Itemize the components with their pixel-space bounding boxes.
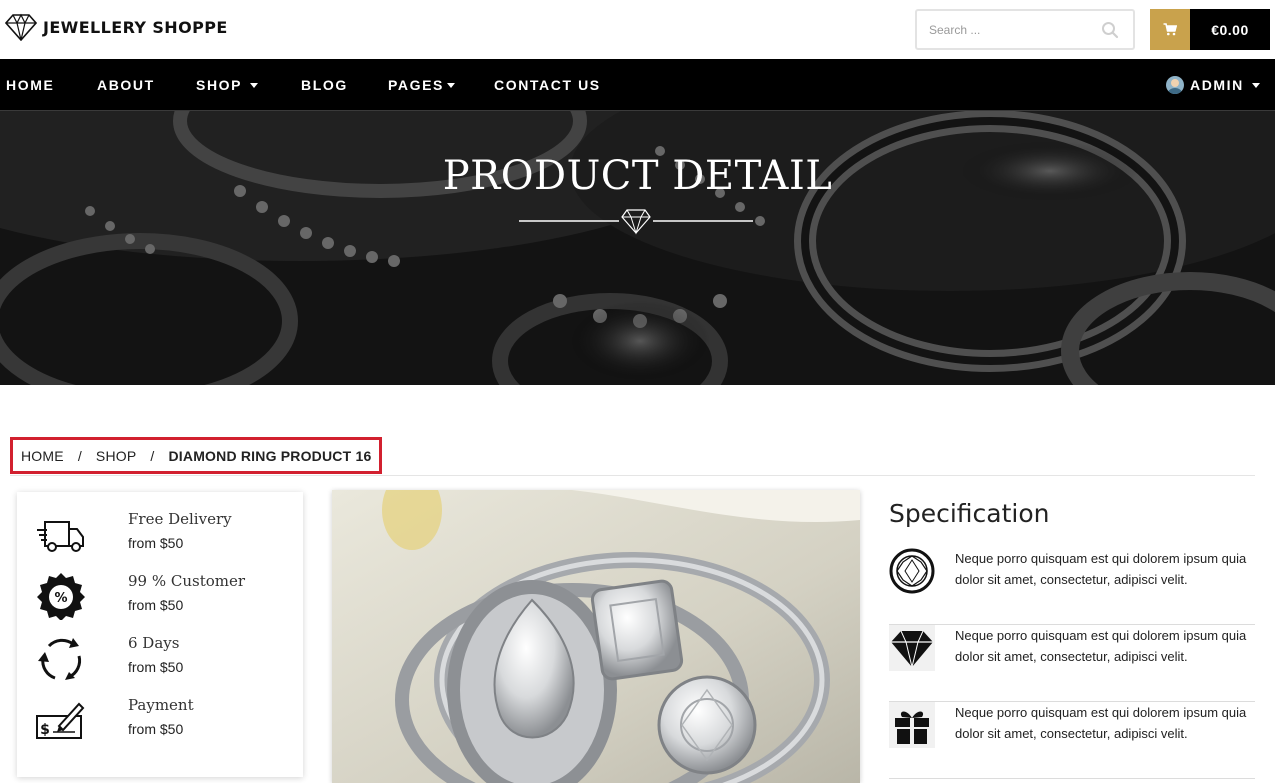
features-card: Free Delivery from $50 % 99 % Customer f…	[17, 492, 303, 777]
feature-item: % 99 % Customer from $50	[35, 572, 295, 622]
product-image[interactable]	[332, 490, 860, 783]
spec-text: Neque porro quisquam est qui dolorem ips…	[955, 551, 1247, 587]
search-icon[interactable]	[1101, 21, 1119, 39]
divider	[10, 475, 1255, 476]
feature-item: $ Payment from $50	[35, 696, 295, 746]
avatar	[1166, 76, 1184, 94]
delivery-truck-icon	[37, 521, 84, 552]
spec-item: Neque porro quisquam est qui dolorem ips…	[889, 702, 1255, 779]
feature-title: Free Delivery	[128, 510, 232, 528]
diamond-logo-icon	[5, 13, 37, 41]
cart-button[interactable]	[1150, 9, 1190, 50]
spec-item: Neque porro quisquam est qui dolorem ips…	[889, 548, 1255, 625]
feature-item: Free Delivery from $50	[35, 510, 295, 560]
nav-user-menu[interactable]: ADMIN	[1166, 59, 1260, 111]
feature-title: 99 % Customer	[128, 572, 246, 590]
shopping-cart-icon	[1163, 23, 1177, 36]
round-diamond-icon	[889, 548, 935, 594]
chevron-down-icon	[1251, 82, 1260, 88]
breadcrumb-separator: /	[150, 447, 155, 464]
nav-blog[interactable]: BLOG	[301, 59, 348, 111]
spec-item: Neque porro quisquam est qui dolorem ips…	[889, 625, 1255, 702]
feature-title: 6 Days	[128, 634, 180, 652]
chevron-down-icon	[446, 82, 455, 88]
nav-pages-label: PAGES	[388, 77, 444, 93]
nav-about[interactable]: ABOUT	[97, 59, 155, 111]
breadcrumb: HOME / SHOP / DIAMOND RING PRODUCT 16	[10, 437, 383, 474]
svg-text:%: %	[54, 591, 67, 606]
page-title: PRODUCT DETAIL	[442, 153, 833, 199]
nav-home-label: HOME	[6, 77, 55, 93]
spec-text: Neque porro quisquam est qui dolorem ips…	[955, 705, 1247, 741]
feature-item: 6 Days from $50	[35, 634, 295, 684]
diamond-divider-icon	[519, 209, 753, 235]
spec-text: Neque porro quisquam est qui dolorem ips…	[955, 628, 1247, 664]
svg-text:$: $	[40, 722, 50, 738]
feature-title: Payment	[128, 696, 194, 714]
return-cycle-icon	[38, 638, 82, 680]
nav-home[interactable]: HOME	[6, 59, 54, 111]
nav-pages[interactable]: PAGES	[388, 59, 455, 111]
nav-shop[interactable]: SHOP	[196, 59, 259, 111]
brand-name: JEWELLERY SHOPPE	[43, 17, 228, 37]
feature-subtitle: from $50	[128, 597, 184, 613]
percent-badge-icon: %	[37, 573, 85, 620]
nav-shop-label: SHOP	[196, 77, 243, 93]
breadcrumb-current: DIAMOND RING PRODUCT 16	[168, 447, 372, 464]
breadcrumb-home[interactable]: HOME	[21, 448, 64, 464]
breadcrumb-shop[interactable]: SHOP	[96, 448, 136, 464]
top-header: JEWELLERY SHOPPE €0.00	[0, 0, 1275, 59]
chevron-down-icon	[250, 82, 259, 88]
feature-subtitle: from $50	[128, 535, 184, 551]
feature-subtitle: from $50	[128, 659, 184, 675]
main-navigation: HOME ABOUT SHOP BLOG PAGES CONTACT US AD…	[0, 59, 1275, 111]
nav-contact-label: CONTACT US	[494, 77, 601, 93]
cheque-payment-icon: $	[36, 702, 85, 739]
diamond-icon	[889, 625, 935, 671]
site-logo[interactable]: JEWELLERY SHOPPE	[5, 13, 228, 41]
nav-user-label: ADMIN	[1190, 77, 1244, 93]
gift-box-icon	[889, 702, 935, 748]
cart-total[interactable]: €0.00	[1190, 9, 1270, 50]
nav-contact[interactable]: CONTACT US	[494, 59, 601, 111]
hero-banner: PRODUCT DETAIL	[0, 111, 1275, 385]
breadcrumb-separator: /	[77, 447, 82, 464]
feature-subtitle: from $50	[128, 721, 184, 737]
diamond-ring-photo	[332, 490, 860, 783]
nav-about-label: ABOUT	[97, 77, 155, 93]
search-box	[915, 9, 1135, 50]
specification-title: Specification	[889, 499, 1050, 528]
nav-blog-label: BLOG	[301, 77, 348, 93]
search-input[interactable]	[917, 11, 1087, 48]
